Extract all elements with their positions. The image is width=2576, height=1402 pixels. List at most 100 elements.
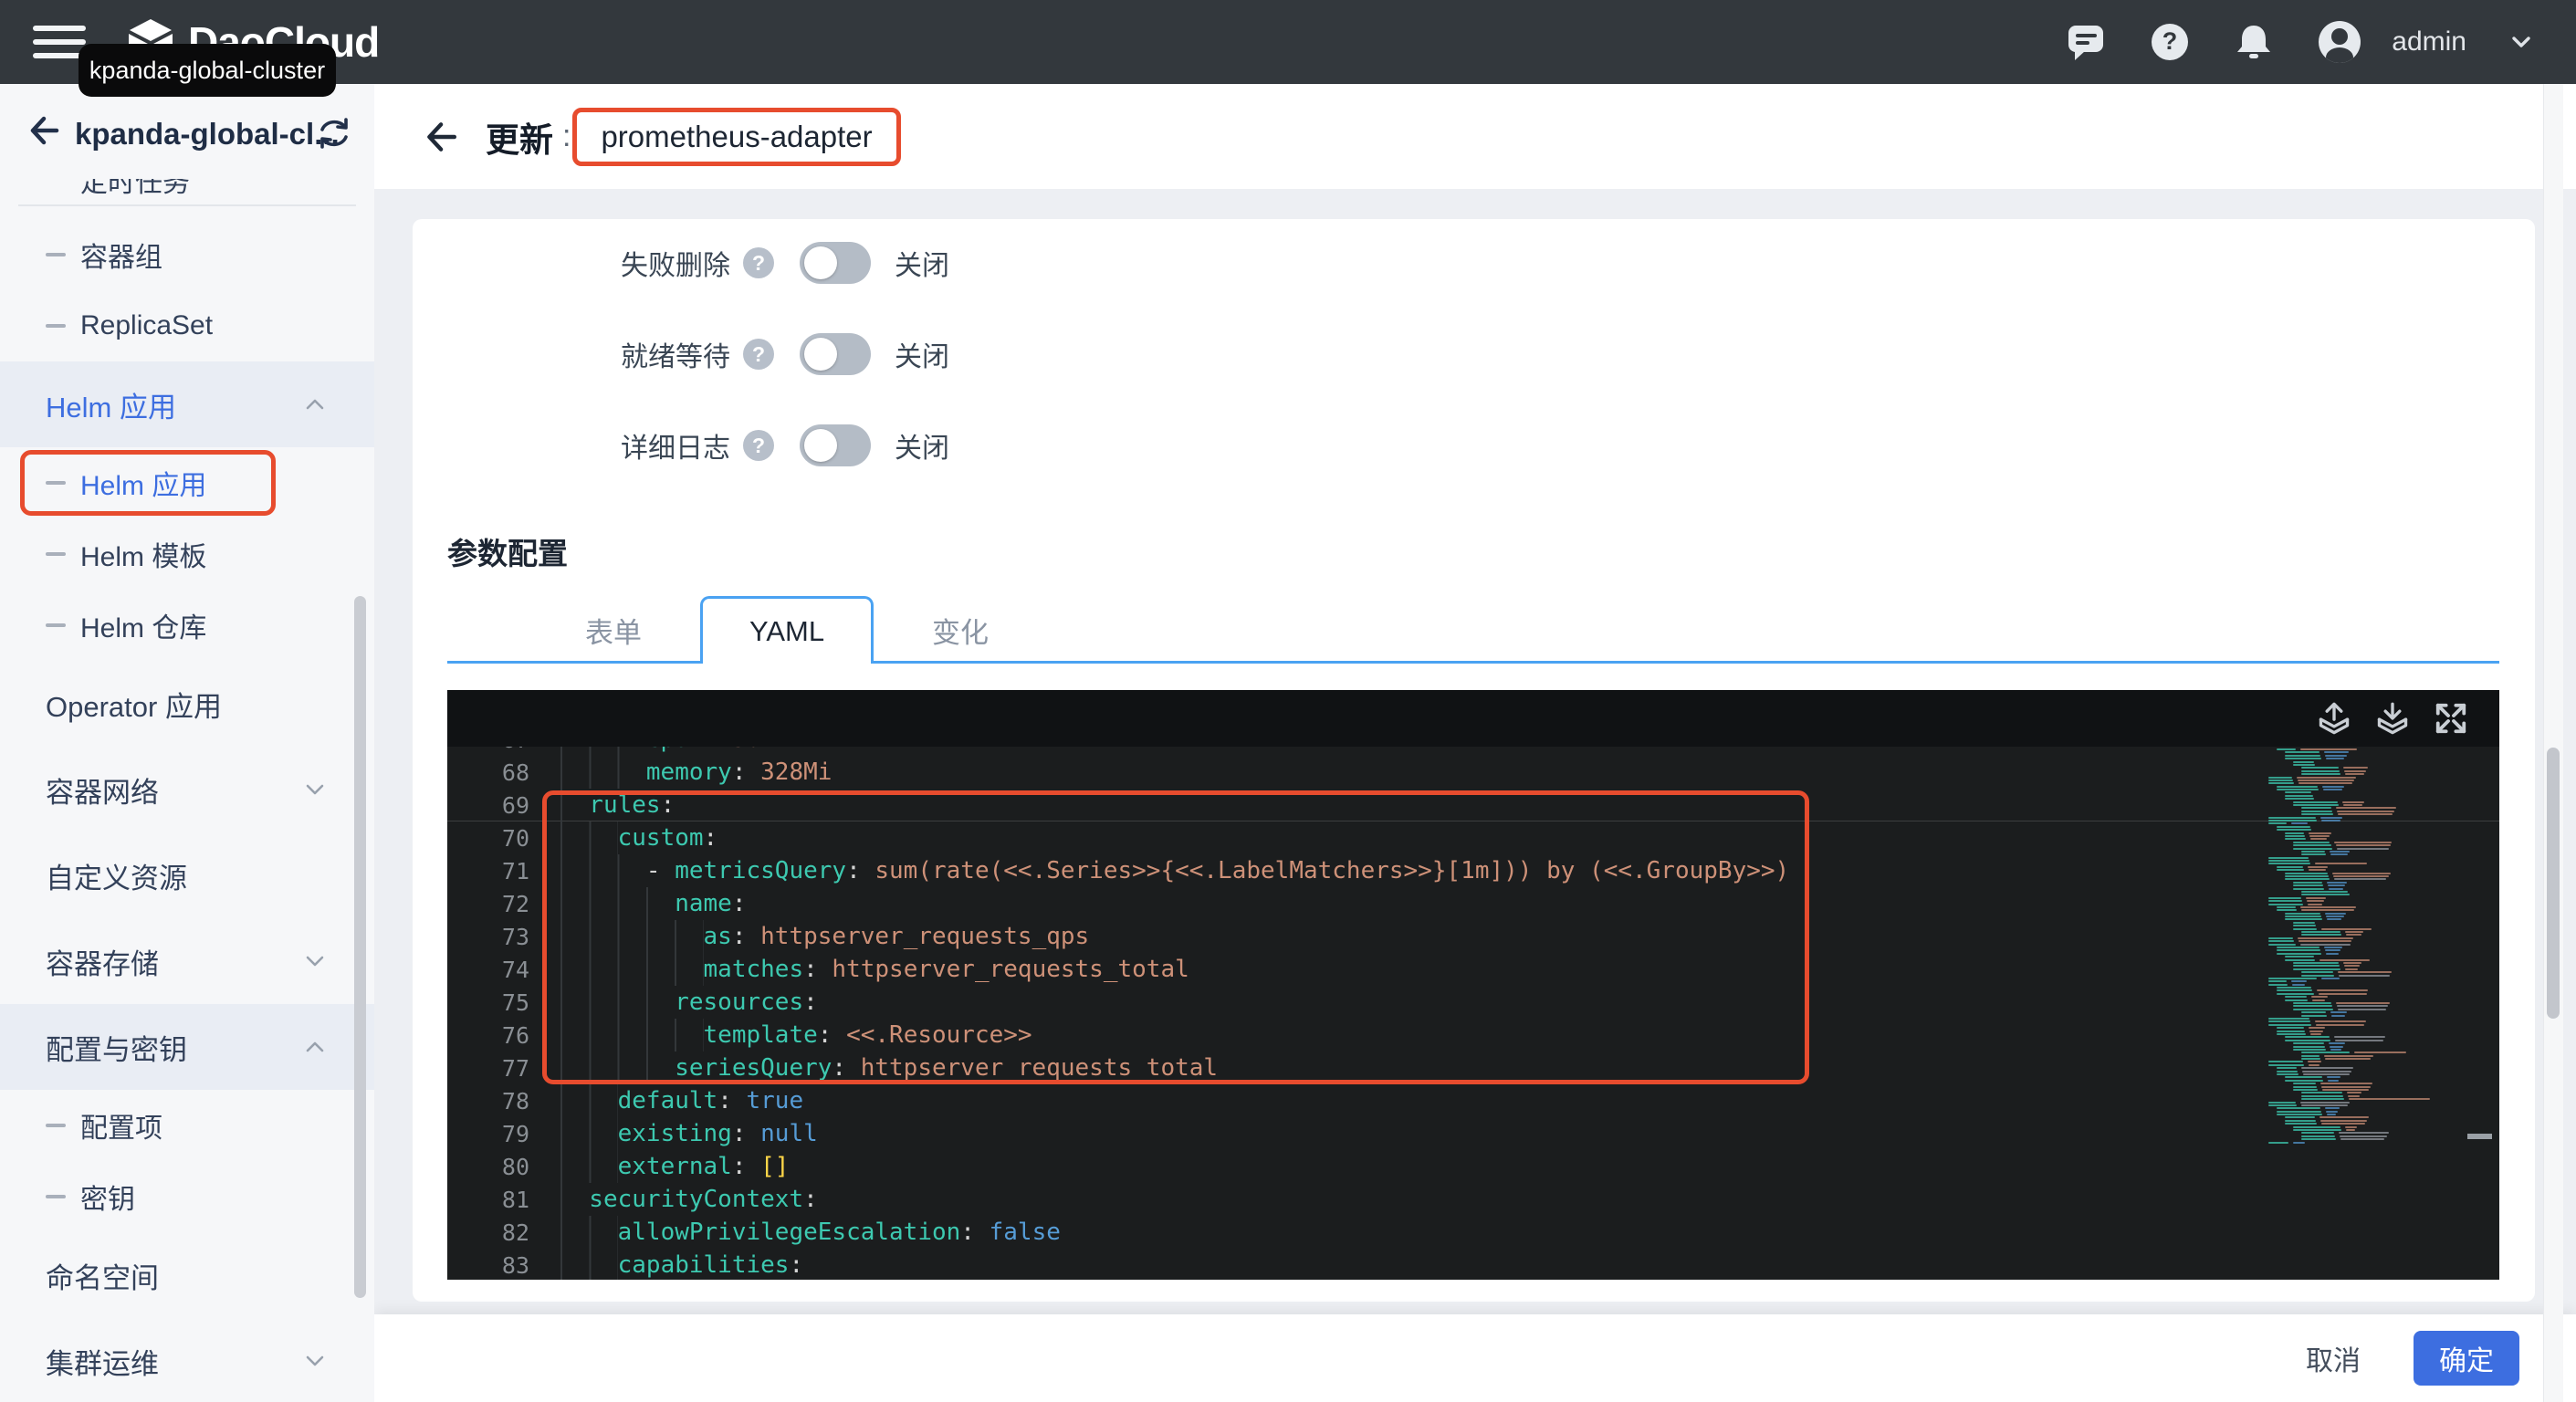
code-line-69[interactable]: 69rules: xyxy=(447,789,2499,821)
sidebar-item-label: Helm 仓库 xyxy=(80,605,206,645)
code-line-77[interactable]: 77seriesQuery: httpserver_requests_total xyxy=(447,1052,2499,1084)
sidebar-item-Operator-应用[interactable]: Operator 应用 xyxy=(0,661,374,747)
sidebar-item-配置项[interactable]: 配置项 xyxy=(0,1090,374,1161)
sidebar-item-label: Helm 模板 xyxy=(80,534,206,574)
resource-name-annotated: prometheus-adapter xyxy=(572,108,900,166)
sidebar-item-容器网络[interactable]: 容器网络 xyxy=(0,747,374,832)
dash-icon xyxy=(46,253,66,256)
sidebar-back-icon[interactable] xyxy=(26,113,60,152)
code-line-71[interactable]: 71- metricsQuery: sum(rate(<<.Series>>{<… xyxy=(447,854,2499,887)
code-line-81[interactable]: 81securityContext: xyxy=(447,1183,2499,1216)
cluster-tooltip: kpanda-global-cluster xyxy=(79,44,336,97)
code-line-76[interactable]: 76template: <<.Resource>> xyxy=(447,1019,2499,1052)
tab-表单[interactable]: 表单 xyxy=(527,596,700,664)
sidebar-item-label: Operator 应用 xyxy=(46,684,222,725)
code-line-67[interactable]: 67cpu: 250m xyxy=(447,747,2499,756)
sidebar-item-自定义资源[interactable]: 自定义资源 xyxy=(0,832,374,918)
editor-scrollbar-thumb[interactable] xyxy=(2467,1134,2492,1139)
sidebar-item-label: 配置项 xyxy=(80,1105,162,1146)
avatar[interactable] xyxy=(2317,19,2362,65)
dash-icon xyxy=(46,1124,66,1127)
code-line-83[interactable]: 83capabilities: xyxy=(447,1249,2499,1280)
cluster-title[interactable]: kpanda-global-cl... xyxy=(75,117,340,152)
sidebar-item-容器存储[interactable]: 容器存储 xyxy=(0,918,374,1004)
line-number: 72 xyxy=(464,891,529,917)
params-heading: 参数配置 xyxy=(447,529,568,573)
help-circle-icon[interactable]: ? xyxy=(743,247,774,278)
help-circle-icon[interactable]: ? xyxy=(743,430,774,461)
toggle-state-label: 关闭 xyxy=(895,243,949,283)
code-line-73[interactable]: 73as: httpserver_requests_qps xyxy=(447,920,2499,953)
topbar: DaoCloud ? admin xyxy=(0,0,2576,84)
sidebar-nav: 定时任务容器组ReplicaSetHelm 应用Helm 应用Helm 模板He… xyxy=(0,179,374,1402)
toggle-label: 详细日志 xyxy=(520,425,730,466)
help-circle-icon[interactable]: ? xyxy=(743,339,774,370)
toggle-row: 就绪等待?关闭 xyxy=(413,327,2535,382)
line-number: 79 xyxy=(464,1121,529,1147)
page-scrollbar-thumb[interactable] xyxy=(2547,748,2560,1019)
sidebar-item-label: 容器组 xyxy=(80,235,162,275)
code-line-70[interactable]: 70custom: xyxy=(447,821,2499,854)
page-scrollbar[interactable] xyxy=(2543,84,2563,1402)
sidebar-item-Helm-应用[interactable]: Helm 应用 xyxy=(0,361,374,447)
dash-icon xyxy=(46,552,66,556)
toggle-switch-off[interactable] xyxy=(800,424,871,466)
caret-down-icon[interactable] xyxy=(2508,29,2534,55)
line-number: 74 xyxy=(464,957,529,983)
editor-toolbar xyxy=(447,690,2499,747)
yaml-editor[interactable]: 67cpu: 250m68memory: 328Mi69rules:70cust… xyxy=(447,690,2499,1280)
code-line-78[interactable]: 78default: true xyxy=(447,1084,2499,1117)
sidebar-item-Helm-应用[interactable]: Helm 应用 xyxy=(0,447,374,518)
download-icon[interactable] xyxy=(2375,701,2410,736)
code-line-68[interactable]: 68memory: 328Mi xyxy=(447,756,2499,789)
sidebar-item-Helm-模板[interactable]: Helm 模板 xyxy=(0,518,374,590)
cancel-button[interactable]: 取消 xyxy=(2306,1338,2361,1378)
code-line-80[interactable]: 80external: [] xyxy=(447,1150,2499,1183)
toggle-label: 就绪等待 xyxy=(520,334,730,374)
confirm-button[interactable]: 确定 xyxy=(2414,1331,2519,1386)
notification-bell-icon[interactable] xyxy=(2233,21,2275,63)
toggle-row: 详细日志?关闭 xyxy=(413,418,2535,473)
line-number: 80 xyxy=(464,1154,529,1180)
tab-YAML[interactable]: YAML xyxy=(700,596,874,664)
sidebar-item-label: Helm 应用 xyxy=(80,463,206,503)
code-line-79[interactable]: 79existing: null xyxy=(447,1117,2499,1150)
sidebar-item-Helm-仓库[interactable]: Helm 仓库 xyxy=(0,590,374,661)
message-icon[interactable] xyxy=(2065,21,2107,63)
update-form-card: 失败删除?关闭就绪等待?关闭详细日志?关闭 参数配置 表单YAML变化 67cp… xyxy=(413,219,2535,1302)
sidebar-item-集群运维[interactable]: 集群运维 xyxy=(0,1318,374,1402)
toggle-switch-off[interactable] xyxy=(800,242,871,284)
sidebar-item-定时任务[interactable]: 定时任务 xyxy=(0,179,374,194)
sidebar-item-配置与密钥[interactable]: 配置与密钥 xyxy=(0,1004,374,1090)
line-number: 71 xyxy=(464,858,529,884)
sidebar-item-命名空间[interactable]: 命名空间 xyxy=(0,1232,374,1318)
sidebar-item-容器组[interactable]: 容器组 xyxy=(0,219,374,290)
code-line-74[interactable]: 74matches: httpserver_requests_total xyxy=(447,953,2499,986)
toggle-switch-off[interactable] xyxy=(800,333,871,375)
page-title: 更新 xyxy=(486,112,553,162)
sidebar-item-label: 自定义资源 xyxy=(46,855,187,896)
switch-cluster-icon[interactable] xyxy=(316,115,352,156)
editor-minimap[interactable] xyxy=(2261,748,2477,1157)
line-number: 77 xyxy=(464,1055,529,1082)
sidebar-scrollbar[interactable] xyxy=(354,596,366,1298)
code-line-82[interactable]: 82allowPrivilegeEscalation: false xyxy=(447,1216,2499,1249)
editor-body[interactable]: 67cpu: 250m68memory: 328Mi69rules:70cust… xyxy=(447,747,2499,1280)
sidebar-item-label: 命名空间 xyxy=(46,1255,159,1296)
sidebar-item-label: 配置与密钥 xyxy=(46,1027,187,1068)
page-header: 更新 : prometheus-adapter xyxy=(374,84,2576,189)
sidebar-item-label: 定时任务 xyxy=(80,179,190,200)
fullscreen-icon[interactable] xyxy=(2434,701,2468,736)
help-icon[interactable]: ? xyxy=(2149,21,2191,63)
code-line-75[interactable]: 75resources: xyxy=(447,986,2499,1019)
tab-变化[interactable]: 变化 xyxy=(874,596,1047,664)
sidebar-item-密钥[interactable]: 密钥 xyxy=(0,1161,374,1232)
dash-icon xyxy=(46,623,66,627)
sidebar-item-ReplicaSet[interactable]: ReplicaSet xyxy=(0,290,374,361)
upload-icon[interactable] xyxy=(2317,701,2351,736)
yaml-code[interactable]: 67cpu: 250m68memory: 328Mi69rules:70cust… xyxy=(447,747,2499,1280)
code-line-72[interactable]: 72name: xyxy=(447,887,2499,920)
line-number: 68 xyxy=(464,759,529,786)
line-number: 81 xyxy=(464,1187,529,1213)
page-back-icon[interactable] xyxy=(422,119,458,155)
